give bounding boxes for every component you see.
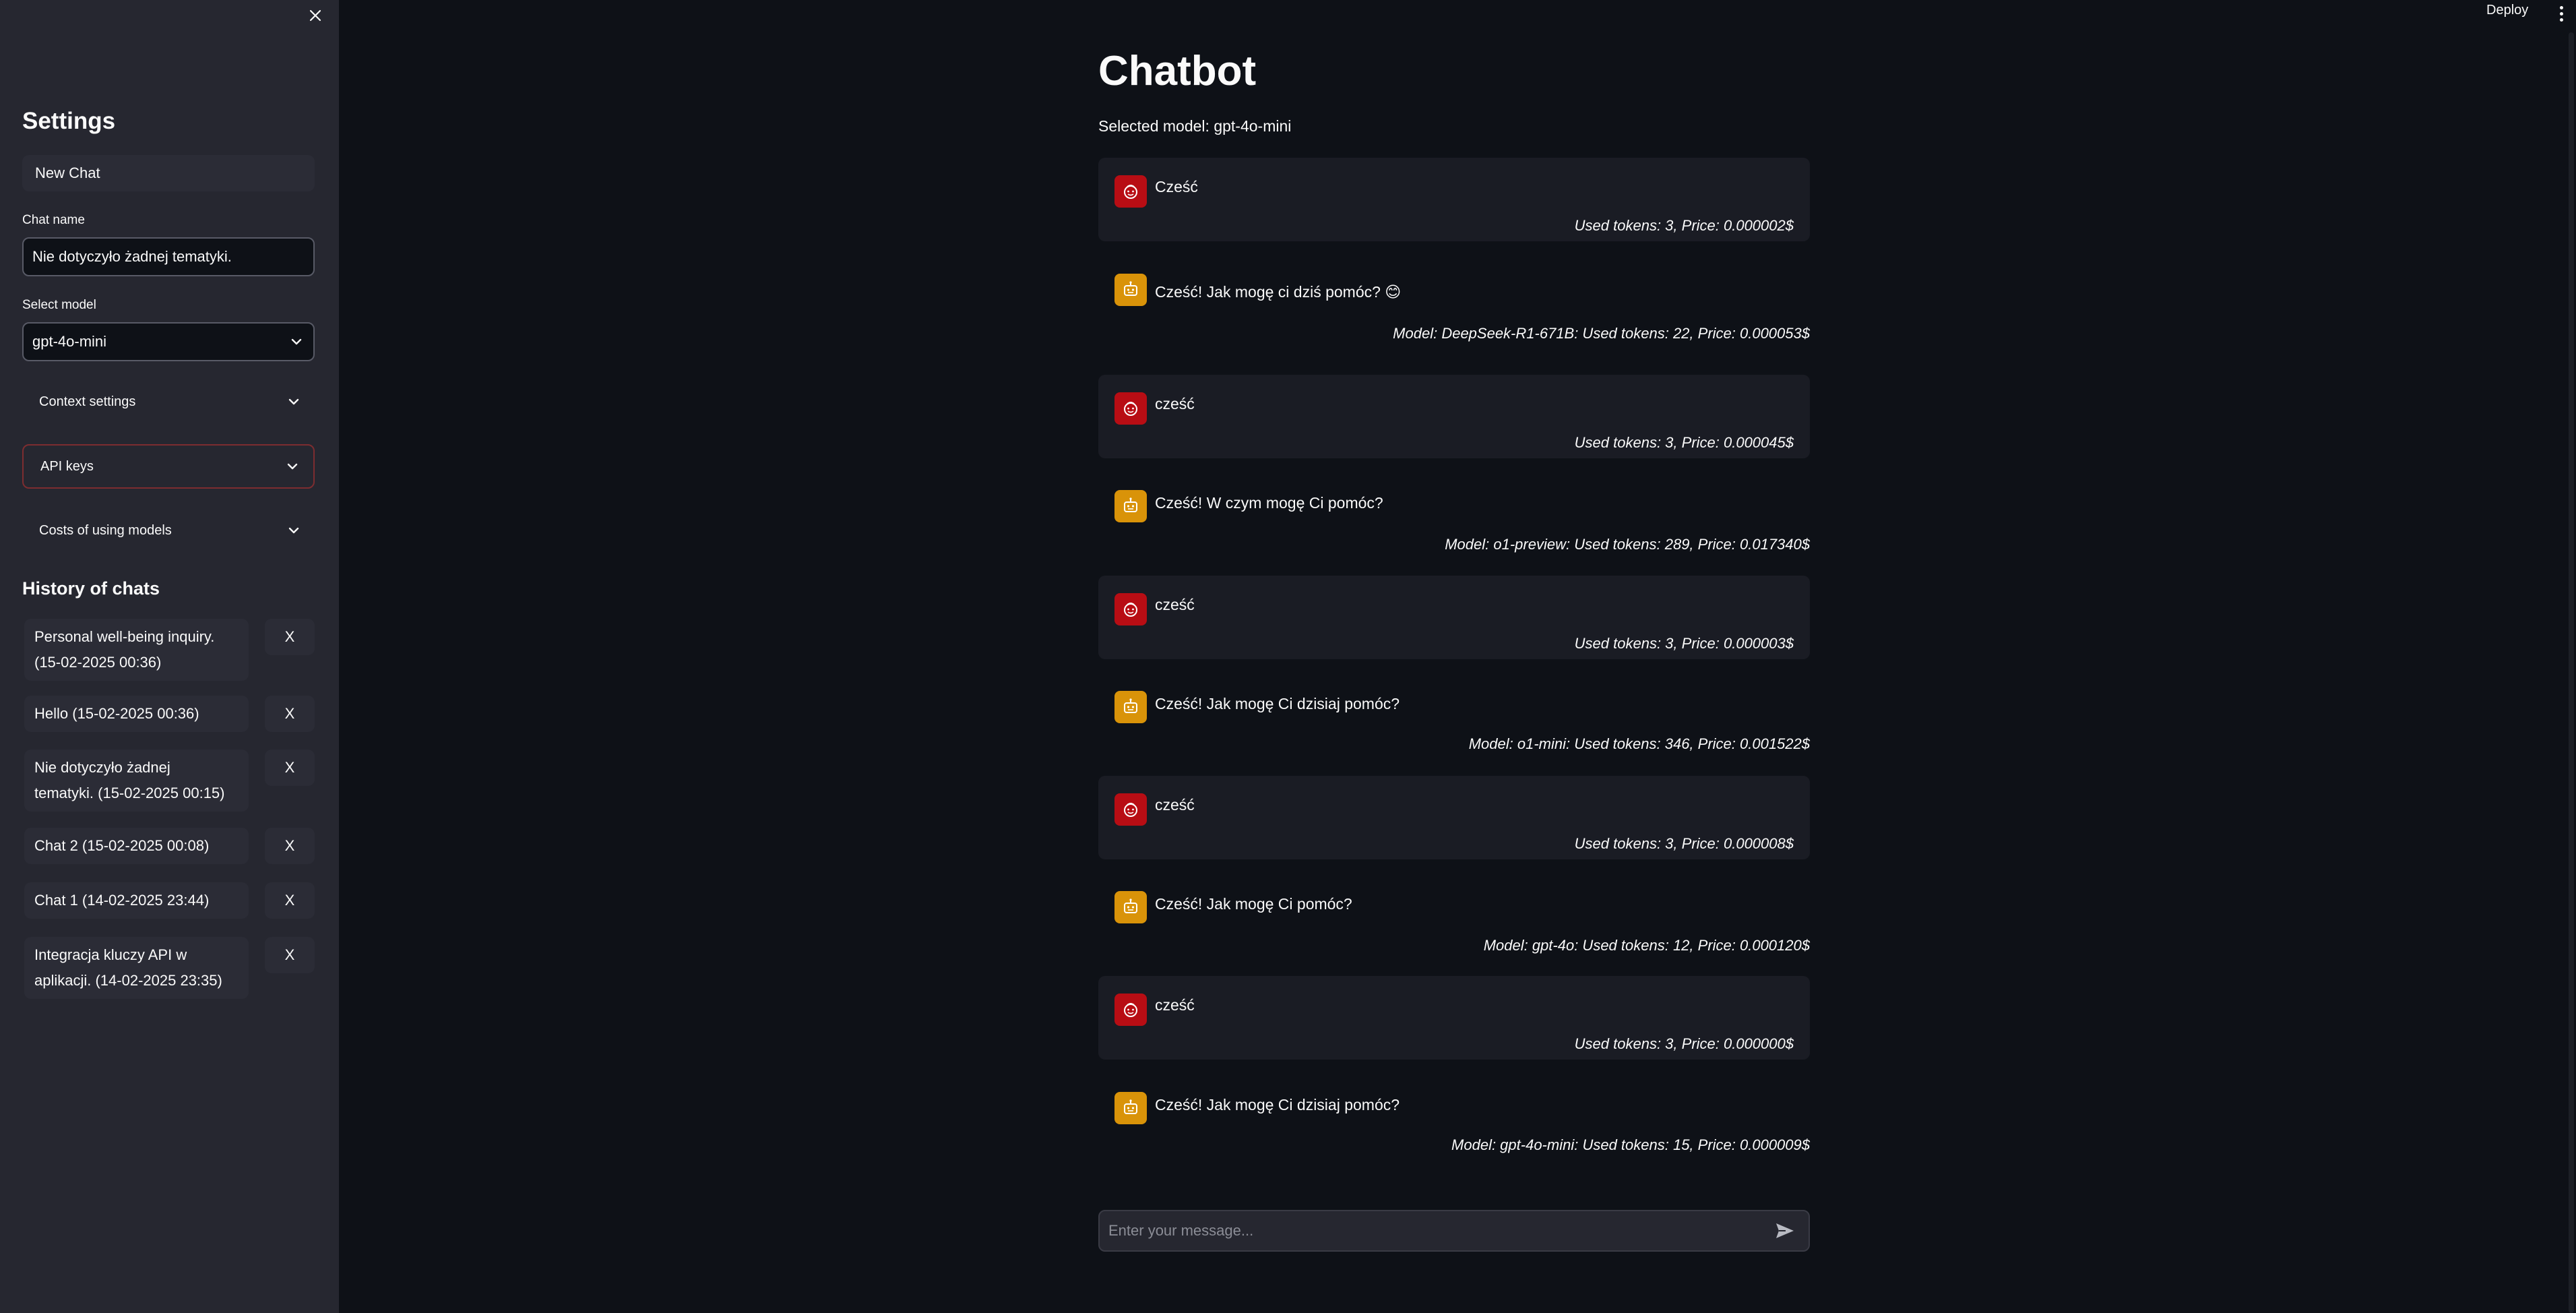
user-message: cześć Used tokens: 3, Price: 0.000000$ bbox=[1098, 976, 1810, 1060]
chat-name-label: Chat name bbox=[22, 213, 85, 227]
history-item[interactable]: Personal well-being inquiry. (15-02-2025… bbox=[24, 619, 249, 681]
close-sidebar-icon[interactable] bbox=[304, 4, 327, 27]
user-message: Cześć Used tokens: 3, Price: 0.000002$ bbox=[1098, 158, 1810, 241]
robot-avatar-icon bbox=[1114, 691, 1147, 723]
costs-label: Costs of using models bbox=[39, 522, 172, 538]
message-text: cześć bbox=[1155, 996, 1195, 1014]
delete-chat-button[interactable]: X bbox=[265, 619, 315, 655]
user-message: cześć Used tokens: 3, Price: 0.000003$ bbox=[1098, 576, 1810, 659]
message-text: Cześć! Jak mogę Ci pomóc? bbox=[1155, 895, 1352, 913]
history-item-line: Integracja kluczy API w bbox=[34, 946, 187, 963]
message-meta: Used tokens: 3, Price: 0.000045$ bbox=[1574, 434, 1794, 451]
more-vertical-icon[interactable] bbox=[2556, 1, 2567, 26]
user-avatar-icon bbox=[1114, 593, 1147, 625]
chevron-down-icon bbox=[288, 527, 299, 534]
history-item[interactable]: Chat 2 (15-02-2025 00:08) bbox=[24, 828, 249, 864]
history-item-line: Nie dotyczyło żadnej bbox=[34, 759, 170, 776]
delete-chat-button[interactable]: X bbox=[265, 828, 315, 864]
history-item[interactable]: Nie dotyczyło żadnej tematyki. (15-02-20… bbox=[24, 750, 249, 812]
chat-name-input[interactable]: Nie dotyczyło żadnej tematyki. bbox=[22, 237, 315, 276]
settings-title: Settings bbox=[22, 108, 116, 134]
chat-input[interactable]: Enter your message... bbox=[1098, 1210, 1810, 1252]
history-item-line: Chat 2 (15-02-2025 00:08) bbox=[34, 837, 210, 854]
assistant-message: Cześć! Jak mogę Ci pomóc? Model: gpt-4o:… bbox=[1098, 871, 1810, 965]
message-meta: Model: DeepSeek-R1-671B: Used tokens: 22… bbox=[1393, 325, 1810, 342]
message-meta: Model: o1-mini: Used tokens: 346, Price:… bbox=[1468, 735, 1810, 752]
robot-avatar-icon bbox=[1114, 891, 1147, 923]
chat-input-placeholder: Enter your message... bbox=[1108, 1222, 1254, 1239]
user-avatar-icon bbox=[1114, 793, 1147, 826]
user-message: cześć Used tokens: 3, Price: 0.000045$ bbox=[1098, 375, 1810, 458]
robot-avatar-icon bbox=[1114, 1092, 1147, 1124]
history-item[interactable]: Chat 1 (14-02-2025 23:44) bbox=[24, 882, 249, 919]
message-text: cześć bbox=[1155, 395, 1195, 413]
history-item-line: aplikacji. (14-02-2025 23:35) bbox=[34, 972, 222, 989]
message-text: Cześć! Jak mogę Ci dzisiaj pomóc? bbox=[1155, 695, 1400, 712]
message-meta: Model: gpt-4o: Used tokens: 12, Price: 0… bbox=[1483, 937, 1810, 954]
message-meta: Used tokens: 3, Price: 0.000008$ bbox=[1574, 835, 1794, 852]
delete-chat-button[interactable]: X bbox=[265, 696, 315, 732]
message-text: Cześć! Jak mogę ci dziś pomóc? 😊 bbox=[1155, 283, 1402, 301]
api-keys-expander[interactable]: API keys bbox=[22, 444, 315, 489]
history-item-line: (15-02-2025 00:36) bbox=[34, 654, 162, 671]
delete-chat-button[interactable]: X bbox=[265, 882, 315, 919]
context-settings-expander[interactable]: Context settings bbox=[22, 379, 315, 424]
message-meta: Used tokens: 3, Price: 0.000003$ bbox=[1574, 635, 1794, 652]
delete-chat-button[interactable]: X bbox=[265, 937, 315, 973]
scrollbar[interactable] bbox=[2569, 32, 2574, 1313]
assistant-message: Cześć! Jak mogę Ci dzisiaj pomóc? Model:… bbox=[1098, 671, 1810, 765]
page-title: Chatbot bbox=[1098, 48, 1257, 94]
history-item[interactable]: Integracja kluczy API w aplikacji. (14-0… bbox=[24, 937, 249, 999]
message-meta: Model: o1-preview: Used tokens: 289, Pri… bbox=[1445, 536, 1810, 553]
assistant-message: Cześć! Jak mogę Ci dzisiaj pomóc? Model:… bbox=[1098, 1072, 1810, 1166]
message-text: cześć bbox=[1155, 596, 1195, 613]
selected-model-text: Selected model: gpt-4o-mini bbox=[1098, 117, 1292, 135]
assistant-message: Cześć! Jak mogę ci dziś pomóc? 😊 Model: … bbox=[1098, 253, 1810, 348]
message-meta: Used tokens: 3, Price: 0.000000$ bbox=[1574, 1035, 1794, 1052]
select-model-label: Select model bbox=[22, 298, 96, 312]
message-text: Cześć bbox=[1155, 178, 1198, 195]
chevron-down-icon bbox=[288, 398, 299, 405]
delete-chat-button[interactable]: X bbox=[265, 750, 315, 786]
history-title: History of chats bbox=[22, 578, 160, 599]
model-select-value: gpt-4o-mini bbox=[32, 333, 107, 350]
sidebar: Settings New Chat Chat name Nie dotyczył… bbox=[0, 0, 339, 1313]
robot-avatar-icon bbox=[1114, 274, 1147, 306]
chevron-down-icon bbox=[291, 338, 302, 345]
message-meta: Model: gpt-4o-mini: Used tokens: 15, Pri… bbox=[1451, 1136, 1810, 1153]
history-item-line: Chat 1 (14-02-2025 23:44) bbox=[34, 892, 210, 909]
api-keys-label: API keys bbox=[40, 458, 94, 474]
history-item-line: Personal well-being inquiry. bbox=[34, 628, 215, 645]
send-icon[interactable] bbox=[1775, 1222, 1795, 1240]
message-text: cześć bbox=[1155, 796, 1195, 814]
user-avatar-icon bbox=[1114, 392, 1147, 425]
costs-expander[interactable]: Costs of using models bbox=[22, 508, 315, 553]
assistant-message: Cześć! W czym mogę Ci pomóc? Model: o1-p… bbox=[1098, 470, 1810, 564]
history-item-line: tematyki. (15-02-2025 00:15) bbox=[34, 785, 225, 801]
history-item-line: Hello (15-02-2025 00:36) bbox=[34, 705, 199, 722]
chat-name-value: Nie dotyczyło żadnej tematyki. bbox=[32, 248, 232, 265]
history-item[interactable]: Hello (15-02-2025 00:36) bbox=[24, 696, 249, 732]
message-meta: Used tokens: 3, Price: 0.000002$ bbox=[1574, 217, 1794, 234]
message-text: Cześć! W czym mogę Ci pomóc? bbox=[1155, 494, 1383, 512]
user-avatar-icon bbox=[1114, 175, 1147, 208]
new-chat-button[interactable]: New Chat bbox=[22, 155, 315, 191]
message-text: Cześć! Jak mogę Ci dzisiaj pomóc? bbox=[1155, 1096, 1400, 1113]
context-settings-label: Context settings bbox=[39, 394, 136, 409]
deploy-button[interactable]: Deploy bbox=[2486, 3, 2528, 18]
chevron-down-icon bbox=[287, 463, 298, 470]
user-message: cześć Used tokens: 3, Price: 0.000008$ bbox=[1098, 776, 1810, 859]
robot-avatar-icon bbox=[1114, 490, 1147, 522]
model-select[interactable]: gpt-4o-mini bbox=[22, 322, 315, 361]
user-avatar-icon bbox=[1114, 994, 1147, 1026]
